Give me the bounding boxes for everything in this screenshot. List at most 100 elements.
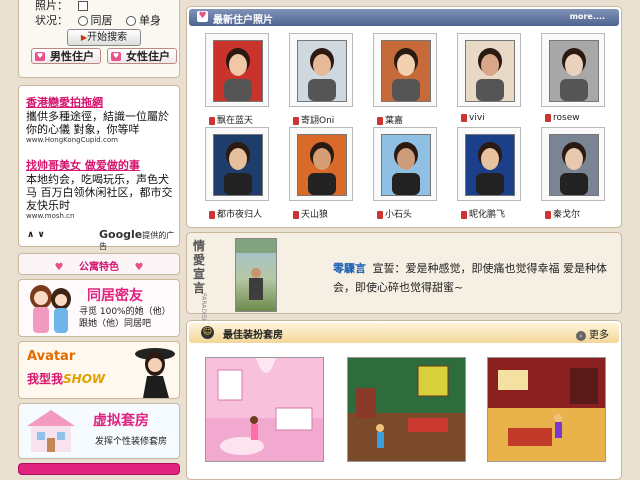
roommate-desc: 寻觅 100%的她（他） 跟她（他）同居吧: [79, 306, 171, 330]
user-icon: [545, 210, 551, 219]
resident-name[interactable]: 寄翃Oni: [293, 113, 334, 126]
user-icon: [377, 116, 383, 125]
feature-avatar[interactable]: Avatar 我型我SHOW: [18, 341, 180, 399]
resident-portrait: [213, 40, 263, 102]
resident-photo[interactable]: [205, 33, 269, 107]
resident-portrait: [297, 40, 347, 102]
resident-photo[interactable]: [541, 33, 605, 107]
resident-portrait: [297, 134, 347, 196]
heart-icon: ♥: [134, 262, 144, 273]
start-search-label: 开始搜索: [87, 32, 128, 43]
fashion-woman-icon: [127, 344, 179, 398]
avatar-title[interactable]: Avatar: [27, 349, 75, 364]
resident-portrait: [381, 40, 431, 102]
heart-icon: ♥: [35, 52, 45, 61]
resident-name-label: 天山狼: [301, 210, 329, 220]
roommate-title[interactable]: 同居密友: [87, 285, 143, 305]
resident-photo[interactable]: [289, 33, 353, 107]
resident-name[interactable]: 昵化鹏飞: [461, 207, 505, 220]
resident-name[interactable]: vivi: [461, 113, 485, 123]
user-icon: [293, 210, 299, 219]
smiley-icon: ☺: [201, 326, 214, 339]
virtual-room-title[interactable]: 虚拟套房: [93, 410, 149, 430]
declaration-user-link[interactable]: 零驟言: [333, 262, 366, 275]
avatar-slogan-a: 我型我: [27, 372, 64, 386]
ad-text: 本地约会，吃喝玩乐，声色犬马 百万白领休闲社区，都市交友快乐时: [26, 173, 173, 212]
user-icon: [545, 113, 551, 122]
resident-name[interactable]: rosew: [545, 113, 580, 123]
resident-name[interactable]: 葉嘉: [377, 113, 403, 126]
resident-photo[interactable]: [289, 127, 353, 201]
user-icon: [377, 210, 383, 219]
status-radio-cohabit[interactable]: [77, 16, 88, 26]
user-icon: [293, 116, 299, 125]
resident-name-label: rosew: [553, 113, 580, 123]
resident-name-label: vivi: [469, 113, 485, 123]
newest-more-link[interactable]: more....: [570, 12, 605, 21]
status-option-single: 单身: [139, 14, 161, 27]
resident-portrait: [213, 134, 263, 196]
resident-photo[interactable]: [205, 127, 269, 201]
roommate-desc-line: 寻觅 100%的她（他）: [79, 307, 171, 317]
status-row: 状况： 同居 单身: [35, 12, 161, 28]
feature-roommate[interactable]: 同居密友 寻觅 100%的她（他） 跟她（他）同居吧: [18, 279, 180, 337]
rooms-more-label: 更多: [589, 330, 609, 341]
rooms-more-link[interactable]: › 更多: [575, 326, 609, 341]
feature-virtual-room[interactable]: 虚拟套房 发挥个性装修套房: [18, 403, 180, 459]
resident-photo[interactable]: [457, 127, 521, 201]
resident-name-label: 昵化鹏飞: [469, 210, 506, 220]
love-declaration-panel: 情愛宣言 PARADISE 零驟言 宣誓：爱是种感觉，即使痛也觉得幸福 爱是种体…: [186, 232, 622, 322]
ads-box: 香港戀愛拍拖網 攜供多種途徑，結識一位屬於你的心儀 對象，你等咩 www.Hon…: [18, 85, 180, 251]
user-icon: [209, 210, 215, 219]
declaration-text-2: 会，即使心碎也觉得甜蜜~: [333, 281, 464, 294]
room-thumbnail[interactable]: [347, 357, 466, 462]
rooms-header: ☺ 最佳装扮套房 › 更多: [189, 323, 619, 343]
room-thumbnail[interactable]: [205, 357, 324, 462]
apartment-title-row: ♥ 公寓特色 ♥: [19, 258, 179, 273]
heart-icon: ♥: [197, 11, 208, 22]
girl-figure-icon: [23, 283, 75, 335]
status-option-cohabit: 同居: [90, 14, 113, 27]
resident-name[interactable]: 天山狼: [293, 207, 328, 220]
start-search-button[interactable]: ▶开始搜索: [67, 29, 141, 46]
ads-by-google[interactable]: Google提供的广告: [99, 228, 179, 252]
next-section-box: [18, 463, 180, 475]
resident-name[interactable]: 都市夜归人: [209, 207, 262, 220]
resident-photo[interactable]: [457, 33, 521, 107]
chevron-right-icon: ›: [575, 331, 586, 341]
photo-checkbox[interactable]: [77, 1, 88, 11]
virtual-room-desc: 发挥个性装修套房: [95, 437, 168, 447]
ad-title[interactable]: 香港戀愛拍拖網: [26, 94, 176, 110]
ad-nav-arrows[interactable]: ∧ ∨: [27, 230, 45, 240]
search-panel: 照片： 状况： 同居 单身 ▶开始搜索 ♥ 男性住户 ♥ 女性住户: [18, 0, 180, 78]
status-radio-single[interactable]: [126, 16, 136, 26]
resident-name[interactable]: 小石头: [377, 207, 412, 220]
heart-icon: ♥: [54, 262, 64, 273]
resident-photo[interactable]: [541, 127, 605, 201]
resident-name-label: 葉嘉: [385, 116, 404, 126]
photo-label: 照片：: [35, 0, 68, 12]
room-thumbnail[interactable]: [487, 357, 606, 462]
resident-portrait: [465, 134, 515, 196]
declaration-side-small: PARADISE: [200, 293, 207, 323]
user-icon: [461, 113, 467, 122]
ad-url[interactable]: www.HongKongCupid.com: [26, 136, 176, 144]
resident-name[interactable]: 飘在蓝天: [209, 113, 253, 126]
ad-title[interactable]: 找帅哥美女 做爱做的事: [26, 157, 176, 173]
resident-photo[interactable]: [373, 127, 437, 201]
declaration-user-photo[interactable]: [235, 238, 277, 312]
resident-name[interactable]: 秦戈尔: [545, 207, 580, 220]
apartment-features: ♥ 公寓特色 ♥: [18, 253, 180, 275]
resident-name-label: 都市夜归人: [217, 210, 263, 220]
female-residents-label: 女性住户: [126, 50, 170, 63]
resident-photo[interactable]: [373, 33, 437, 107]
declaration-label: 宣誓：: [372, 262, 406, 275]
rooms-title: 最佳装扮套房: [223, 330, 283, 341]
female-residents-button[interactable]: ♥ 女性住户: [107, 48, 177, 64]
ad-url[interactable]: www.mosh.cn: [26, 212, 176, 220]
ad-item[interactable]: 找帅哥美女 做爱做的事 本地约会，吃喝玩乐，声色犬马 百万白领休闲社区，都市交友…: [26, 157, 176, 220]
ad-item[interactable]: 香港戀愛拍拖網 攜供多種途徑，結識一位屬於你的心儀 對象，你等咩 www.Hon…: [26, 94, 176, 144]
resident-name-label: 秦戈尔: [553, 210, 581, 220]
house-icon: [25, 408, 77, 454]
male-residents-button[interactable]: ♥ 男性住户: [31, 48, 101, 64]
